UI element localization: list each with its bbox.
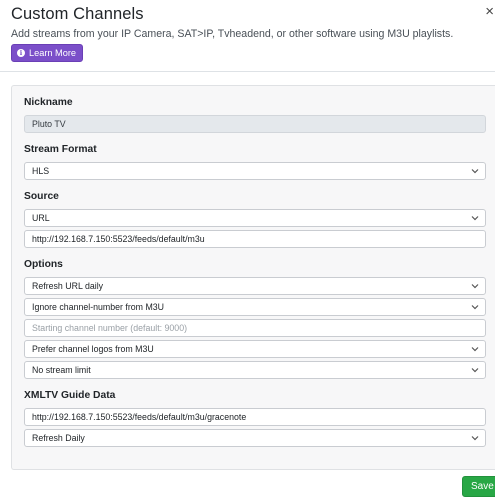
xmltv-refresh-select[interactable]: Refresh Daily bbox=[24, 429, 486, 447]
info-circle-icon: i bbox=[17, 49, 25, 57]
nickname-label: Nickname bbox=[24, 97, 73, 108]
xmltv-label: XMLTV Guide Data bbox=[24, 390, 116, 401]
stream-limit-select[interactable]: No stream limit bbox=[24, 361, 486, 379]
refresh-url-select[interactable]: Refresh URL daily bbox=[24, 277, 486, 295]
nickname-field[interactable]: Pluto TV bbox=[24, 115, 486, 133]
modal-header: Custom Channels × Add streams from your … bbox=[0, 0, 495, 72]
source-type-select[interactable]: URL bbox=[24, 209, 486, 227]
channel-logos-select[interactable]: Prefer channel logos from M3U bbox=[24, 340, 486, 358]
chevron-down-icon bbox=[470, 281, 480, 291]
chevron-down-icon bbox=[470, 166, 480, 176]
chevron-down-icon bbox=[470, 365, 480, 375]
nickname-value: Pluto TV bbox=[32, 119, 66, 129]
stream-limit-value: No stream limit bbox=[32, 365, 91, 375]
chevron-down-icon bbox=[470, 344, 480, 354]
chevron-down-icon bbox=[470, 433, 480, 443]
source-url-value: http://192.168.7.150:5523/feeds/default/… bbox=[32, 234, 205, 244]
starting-channel-input[interactable]: Starting channel number (default: 9000) bbox=[24, 319, 486, 337]
xmltv-url-value: http://192.168.7.150:5523/feeds/default/… bbox=[32, 412, 247, 422]
starting-channel-placeholder: Starting channel number (default: 9000) bbox=[32, 323, 188, 333]
stream-format-label: Stream Format bbox=[24, 144, 97, 155]
save-label: Save bbox=[471, 481, 494, 492]
save-button[interactable]: Save bbox=[462, 476, 495, 497]
close-icon[interactable]: × bbox=[485, 4, 494, 19]
channel-logos-value: Prefer channel logos from M3U bbox=[32, 344, 154, 354]
chevron-down-icon bbox=[470, 213, 480, 223]
options-label: Options bbox=[24, 259, 63, 270]
source-label: Source bbox=[24, 191, 59, 202]
learn-more-label: Learn More bbox=[29, 48, 76, 58]
source-url-input[interactable]: http://192.168.7.150:5523/feeds/default/… bbox=[24, 230, 486, 248]
source-type-value: URL bbox=[32, 213, 50, 223]
learn-more-button[interactable]: i Learn More bbox=[11, 44, 83, 62]
stream-format-select[interactable]: HLS bbox=[24, 162, 486, 180]
chevron-down-icon bbox=[470, 302, 480, 312]
modal-title: Custom Channels bbox=[11, 5, 144, 23]
channel-number-mode-value: Ignore channel-number from M3U bbox=[32, 302, 165, 312]
refresh-url-value: Refresh URL daily bbox=[32, 281, 104, 291]
channel-number-mode-select[interactable]: Ignore channel-number from M3U bbox=[24, 298, 486, 316]
xmltv-url-input[interactable]: http://192.168.7.150:5523/feeds/default/… bbox=[24, 408, 486, 426]
xmltv-refresh-value: Refresh Daily bbox=[32, 433, 85, 443]
stream-format-value: HLS bbox=[32, 166, 50, 176]
modal-subtitle: Add streams from your IP Camera, SAT>IP,… bbox=[11, 28, 454, 40]
